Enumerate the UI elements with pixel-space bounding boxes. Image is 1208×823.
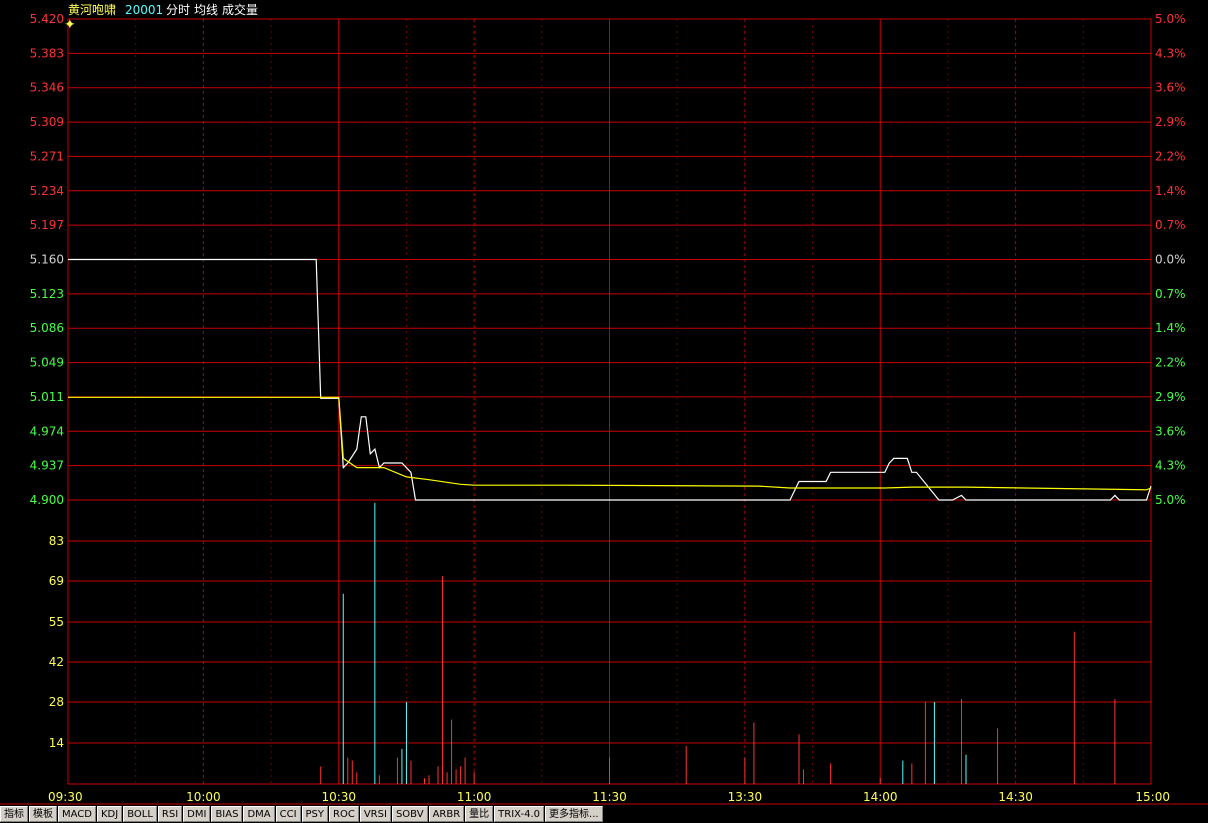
- time-tick-label: 11:30: [592, 790, 627, 804]
- time-tick-label: 15:00: [1135, 790, 1170, 804]
- indicator-tab[interactable]: KDJ: [96, 806, 123, 822]
- price-tick-label: 5.123: [30, 287, 64, 301]
- pct-tick-label: 1.4%: [1155, 184, 1186, 198]
- star-icon: ✦: [64, 17, 76, 33]
- indicator-tab[interactable]: 更多指标...: [545, 806, 603, 822]
- price-tick-label: 5.309: [30, 115, 64, 129]
- time-tick-label: 09:30: [48, 790, 83, 804]
- indicator-tab[interactable]: BIAS: [211, 806, 243, 822]
- time-tick-label: 14:00: [863, 790, 898, 804]
- pct-tick-label: 2.2%: [1155, 149, 1186, 163]
- indicator-tab[interactable]: CCI: [275, 806, 301, 822]
- indicator-tab[interactable]: ARBR: [428, 806, 465, 822]
- indicator-tab[interactable]: SOBV: [391, 806, 428, 822]
- indicator-tab[interactable]: DMA: [243, 806, 275, 822]
- indicator-tab[interactable]: RSI: [157, 806, 183, 822]
- price-tick-label: 4.974: [30, 424, 64, 438]
- pct-tick-label: 2.9%: [1155, 390, 1186, 404]
- pct-tick-label: 3.6%: [1155, 424, 1186, 438]
- pct-tick-label: 0.7%: [1155, 218, 1186, 232]
- price-tick-label: 5.346: [30, 81, 64, 95]
- pct-tick-label: 3.6%: [1155, 81, 1186, 95]
- pct-tick-label: 0.0%: [1155, 253, 1186, 267]
- price-tick-label: 5.271: [30, 149, 64, 163]
- time-tick-label: 14:30: [998, 790, 1033, 804]
- indicator-tab[interactable]: 模板: [29, 806, 57, 822]
- pct-tick-label: 1.4%: [1155, 321, 1186, 335]
- pct-tick-label: 2.9%: [1155, 115, 1186, 129]
- indicator-tab[interactable]: ROC: [329, 806, 359, 822]
- stock-name: 黄河咆啸: [68, 3, 117, 17]
- time-tick-label: 10:30: [321, 790, 356, 804]
- price-tick-label: 5.086: [30, 321, 64, 335]
- price-tick-label: 5.420: [30, 12, 64, 26]
- volume-tick-label: 83: [49, 534, 64, 548]
- price-tick-label: 4.937: [30, 459, 64, 473]
- time-tick-label: 11:00: [457, 790, 492, 804]
- pct-tick-label: 0.7%: [1155, 287, 1186, 301]
- pct-tick-label: 4.3%: [1155, 46, 1186, 60]
- pct-tick-label: 5.0%: [1155, 12, 1186, 26]
- indicator-tab[interactable]: TRIX-4.0: [494, 806, 545, 822]
- indicator-tab[interactable]: PSY: [301, 806, 329, 822]
- legend-item: 分时: [166, 3, 191, 17]
- indicator-tab[interactable]: VRSI: [359, 806, 391, 822]
- price-tick-label: 5.234: [30, 184, 64, 198]
- legend-item: 均线: [194, 3, 219, 17]
- volume-tick-label: 42: [49, 655, 64, 669]
- indicator-tab[interactable]: BOLL: [123, 806, 157, 822]
- legend-item: 成交量: [222, 3, 259, 17]
- indicator-tab[interactable]: 量比: [465, 806, 494, 822]
- stock-code: 20001: [125, 3, 164, 17]
- indicator-toolbar: 指标 模板 MACD KDJ BOLL RSI DMI BIAS DMA CCI PSY ROC VRS…: [0, 805, 1208, 823]
- pct-tick-label: 4.3%: [1155, 459, 1186, 473]
- time-tick-label: 10:00: [186, 790, 221, 804]
- volume-tick-label: 28: [49, 695, 64, 709]
- indicator-tab[interactable]: DMI: [183, 806, 211, 822]
- intraday-chart[interactable]: 5.420 5.0% 5.383 4.3% 5.346 3.6% 5.309 2.9% 5.27…: [0, 0, 1208, 805]
- price-tick-label: 5.011: [30, 390, 64, 404]
- price-tick-label: 4.900: [30, 493, 64, 507]
- time-tick-label: 13:30: [728, 790, 763, 804]
- volume-tick-label: 69: [49, 574, 64, 588]
- pct-tick-label: 2.2%: [1155, 356, 1186, 370]
- volume-tick-label: 14: [49, 736, 64, 750]
- volume-tick-label: 55: [49, 615, 64, 629]
- indicator-tab[interactable]: MACD: [58, 806, 96, 822]
- indicator-tab[interactable]: 指标: [0, 806, 28, 822]
- price-tick-label: 5.049: [30, 356, 64, 370]
- price-tick-label: 5.160: [30, 253, 64, 267]
- chart-legend: 分时 均线 成交量: [166, 2, 262, 18]
- price-tick-label: 5.383: [30, 46, 64, 60]
- price-tick-label: 5.197: [30, 218, 64, 232]
- pct-tick-label: 5.0%: [1155, 493, 1186, 507]
